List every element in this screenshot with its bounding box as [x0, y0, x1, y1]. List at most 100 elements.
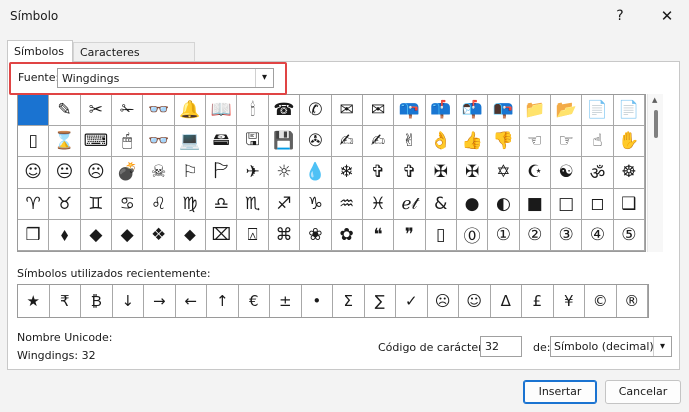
recent-symbol-cell[interactable]: ©: [585, 285, 617, 317]
symbol-cell[interactable]: ☜: [519, 126, 551, 158]
symbol-cell[interactable]: ③: [550, 219, 583, 251]
recent-symbol-cell[interactable]: ₿: [81, 285, 113, 317]
symbol-grid[interactable]: ✎ ✂ ✁ 👓 🔔 📖 🕯 ☎ ✆ ✉ ✉ 📪 📫 📬 📭 📁 📂 📄 📄 ▯ ⌛ ⌨ 🖱 👓 💻 🖴 🖫 💾 ✇ ✍ ✍ ✌ 👌 👍 👎 ☜ ☞ ☝ ✋ ☺…: [17, 94, 646, 252]
symbol-cell[interactable]: ■: [519, 188, 551, 220]
symbol-cell[interactable]: ♒: [331, 188, 363, 220]
close-button[interactable]: ✕: [652, 2, 682, 30]
symbol-cell[interactable]: ❖: [143, 219, 175, 251]
symbol-cell[interactable]: ♑: [300, 188, 332, 220]
symbol-cell[interactable]: ☸: [613, 157, 645, 189]
symbol-cell[interactable]: ℯ𝓉: [394, 188, 426, 220]
recent-symbol-cell[interactable]: ★: [18, 285, 50, 317]
recent-symbol-cell[interactable]: ☹: [428, 285, 459, 317]
symbol-cell[interactable]: &: [425, 188, 457, 220]
recent-symbol-cell[interactable]: €: [239, 285, 270, 317]
symbol-cell[interactable]: ❑: [613, 188, 645, 220]
symbol-cell[interactable]: 🕯: [237, 95, 269, 127]
symbol-cell[interactable]: ◐: [488, 188, 520, 220]
recent-symbol-cell[interactable]: ↓: [113, 285, 144, 317]
symbol-cell[interactable]: 👓: [143, 126, 175, 158]
scroll-up-arrow-icon[interactable]: ▲: [652, 96, 657, 104]
symbol-cell[interactable]: ✋: [613, 126, 645, 158]
recent-symbol-cell[interactable]: Σ: [333, 285, 365, 317]
symbol-cell[interactable]: ❒: [18, 219, 50, 251]
symbol-cell[interactable]: ✠: [425, 157, 457, 189]
recent-symbol-cell[interactable]: ↑: [207, 285, 239, 317]
symbol-cell[interactable]: ✎: [49, 95, 81, 127]
symbol-cell[interactable]: 💻: [174, 126, 207, 158]
scroll-thumb[interactable]: [654, 110, 658, 138]
symbol-cell[interactable]: 📫: [425, 95, 457, 127]
symbol-cell[interactable]: ●: [456, 188, 489, 220]
symbol-cell[interactable]: ✡: [488, 157, 520, 189]
symbol-cell[interactable]: ♏: [237, 188, 269, 220]
symbol-cell-selected[interactable]: [18, 95, 50, 127]
symbol-cell[interactable]: ♍: [174, 188, 207, 220]
symbol-cell[interactable]: ✠: [456, 157, 489, 189]
cancel-button[interactable]: Cancelar: [605, 380, 681, 404]
symbol-cell[interactable]: ✆: [300, 95, 332, 127]
symbol-cell[interactable]: ☠: [143, 157, 175, 189]
recent-symbol-cell[interactable]: ☺: [459, 285, 491, 317]
symbol-cell[interactable]: ④: [582, 219, 614, 251]
symbol-cell[interactable]: 👌: [425, 126, 457, 158]
symbol-cell[interactable]: ❄: [331, 157, 363, 189]
recent-symbol-cell[interactable]: ±: [270, 285, 302, 317]
symbol-cell[interactable]: ⬧: [49, 219, 81, 251]
symbol-cell[interactable]: ✉: [331, 95, 363, 127]
symbol-cell[interactable]: ①: [488, 219, 520, 251]
symbol-cell[interactable]: ✇: [300, 126, 332, 158]
symbol-cell[interactable]: ☼: [268, 157, 301, 189]
recent-symbol-cell[interactable]: ¥: [554, 285, 585, 317]
symbol-cell[interactable]: ॐ: [582, 157, 614, 189]
recent-symbol-cell[interactable]: •: [302, 285, 333, 317]
symbol-cell[interactable]: 💾: [268, 126, 301, 158]
symbol-cell[interactable]: ☎: [268, 95, 301, 127]
symbol-cell[interactable]: ⌛: [49, 126, 81, 158]
chevron-down-icon[interactable]: ▾: [653, 337, 671, 356]
symbol-cell[interactable]: ☪: [519, 157, 551, 189]
symbol-cell[interactable]: ⌘: [268, 219, 301, 251]
symbol-cell[interactable]: ☝: [582, 126, 614, 158]
recent-symbol-cell[interactable]: →: [144, 285, 176, 317]
symbol-cell[interactable]: 📖: [206, 95, 238, 127]
symbol-cell[interactable]: 🖴: [206, 126, 238, 158]
symbol-cell[interactable]: 🖱: [112, 126, 144, 158]
symbol-cell[interactable]: 💧: [300, 157, 332, 189]
recent-symbol-cell[interactable]: ∑: [365, 285, 396, 317]
symbol-cell[interactable]: ☹: [80, 157, 113, 189]
symbol-cell[interactable]: 📁: [519, 95, 551, 127]
symbol-cell[interactable]: ⍓: [237, 219, 269, 251]
symbol-cell[interactable]: 📭: [488, 95, 520, 127]
recent-symbols-grid[interactable]: ★ ₹ ₿ ↓ → ← ↑ € ± • Σ ∑ ✓ ☹ ☺ Δ £ ¥ © ®: [17, 284, 649, 318]
symbol-cell[interactable]: ♉: [49, 188, 81, 220]
symbol-cell[interactable]: ◻: [582, 188, 614, 220]
symbol-cell[interactable]: ❀: [300, 219, 332, 251]
symbol-cell[interactable]: 👓: [143, 95, 175, 127]
symbol-cell[interactable]: 📬: [456, 95, 489, 127]
recent-symbol-cell[interactable]: ®: [617, 285, 648, 317]
symbol-cell[interactable]: ②: [519, 219, 551, 251]
help-button[interactable]: ?: [605, 2, 635, 30]
tab-symbols[interactable]: Símbolos: [7, 40, 73, 63]
recent-symbol-cell[interactable]: ←: [176, 285, 207, 317]
symbol-cell[interactable]: 👍: [456, 126, 489, 158]
symbol-cell[interactable]: 🔔: [174, 95, 207, 127]
symbol-cell[interactable]: 🖫: [237, 126, 269, 158]
symbol-cell[interactable]: ♈: [18, 188, 50, 220]
symbol-cell[interactable]: ⬥: [174, 219, 207, 251]
symbol-cell[interactable]: ⓪: [456, 219, 489, 251]
tab-special-characters[interactable]: Caracteres especiales: [73, 42, 195, 72]
from-select[interactable]: Símbolo (decimal) ▾: [550, 336, 672, 357]
symbol-cell[interactable]: 🏱: [206, 157, 238, 189]
symbol-cell[interactable]: ✞: [394, 157, 426, 189]
symbol-cell[interactable]: ♌: [143, 188, 175, 220]
recent-symbol-cell[interactable]: ✓: [396, 285, 428, 317]
symbol-cell[interactable]: ♐: [268, 188, 301, 220]
symbol-cell[interactable]: ✞: [362, 157, 395, 189]
symbol-cell[interactable]: ▯: [425, 219, 457, 251]
symbol-cell[interactable]: ⌧: [206, 219, 238, 251]
character-code-input[interactable]: 32: [480, 336, 522, 357]
symbol-cell[interactable]: ✿: [331, 219, 363, 251]
symbol-cell[interactable]: ✂: [80, 95, 113, 127]
